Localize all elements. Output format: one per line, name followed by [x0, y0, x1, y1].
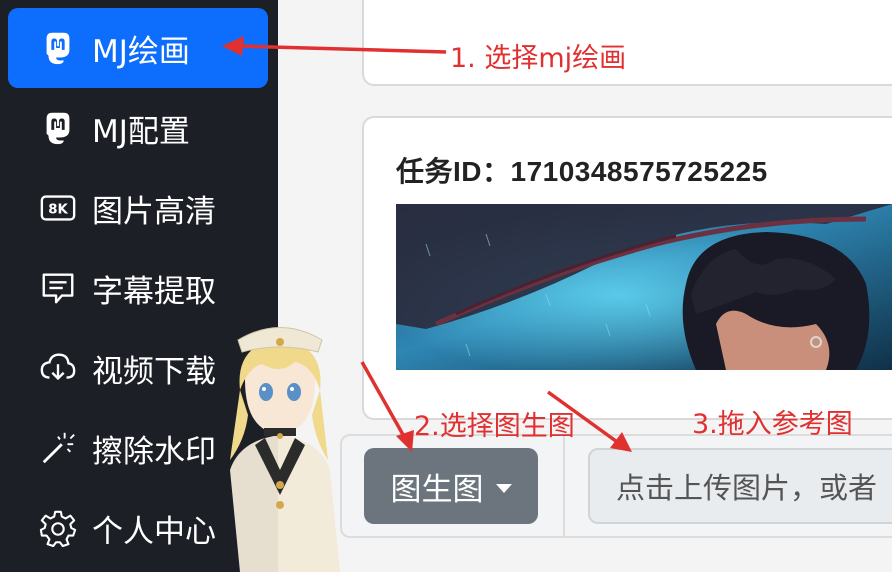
sidebar-item-image-hd[interactable]: 8K 图片高清	[8, 168, 268, 248]
task-result-image[interactable]	[396, 204, 892, 370]
previous-task-card	[362, 0, 892, 86]
sidebar-item-subtitle-extract[interactable]: 字幕提取	[8, 248, 268, 328]
sidebar-item-mj-config[interactable]: MJ配置	[8, 88, 268, 168]
sidebar-item-label: MJ配置	[92, 113, 190, 150]
sidebar-item-label: 擦除水印	[92, 433, 216, 470]
image-upload-field[interactable]: 点击上传图片，或者	[588, 448, 892, 524]
sidebar-item-label: 图片高清	[92, 193, 216, 230]
magic-wand-icon	[38, 428, 78, 468]
mastodon-icon	[38, 108, 78, 148]
annotation-step-2: 2.选择图生图	[414, 411, 575, 442]
caret-down-icon	[495, 483, 512, 493]
sidebar-item-label: 字幕提取	[92, 273, 216, 310]
sidebar-item-label: 视频下载	[92, 353, 216, 390]
svg-text:8K: 8K	[48, 203, 68, 218]
message-text-icon	[38, 268, 78, 308]
annotation-step-3: 3.拖入参考图	[692, 409, 853, 440]
sidebar-item-label: 个人中心	[92, 513, 216, 550]
mastodon-icon	[38, 28, 78, 68]
sidebar-item-mj-drawing[interactable]: MJ绘画	[8, 8, 268, 88]
annotation-step-1: 1. 选择mj绘画	[450, 43, 627, 74]
8k-icon: 8K	[38, 188, 78, 228]
toolbar-divider	[563, 434, 565, 538]
mode-dropdown-label: 图生图	[390, 471, 484, 508]
task-title: 任务ID：1710348575725225	[396, 156, 768, 187]
cloud-download-icon	[38, 348, 78, 388]
gear-icon	[38, 508, 78, 548]
mascot-image	[230, 327, 340, 572]
upload-placeholder: 点击上传图片，或者	[616, 471, 878, 505]
sidebar-item-label: MJ绘画	[92, 33, 190, 70]
mode-dropdown[interactable]: 图生图	[364, 448, 538, 524]
